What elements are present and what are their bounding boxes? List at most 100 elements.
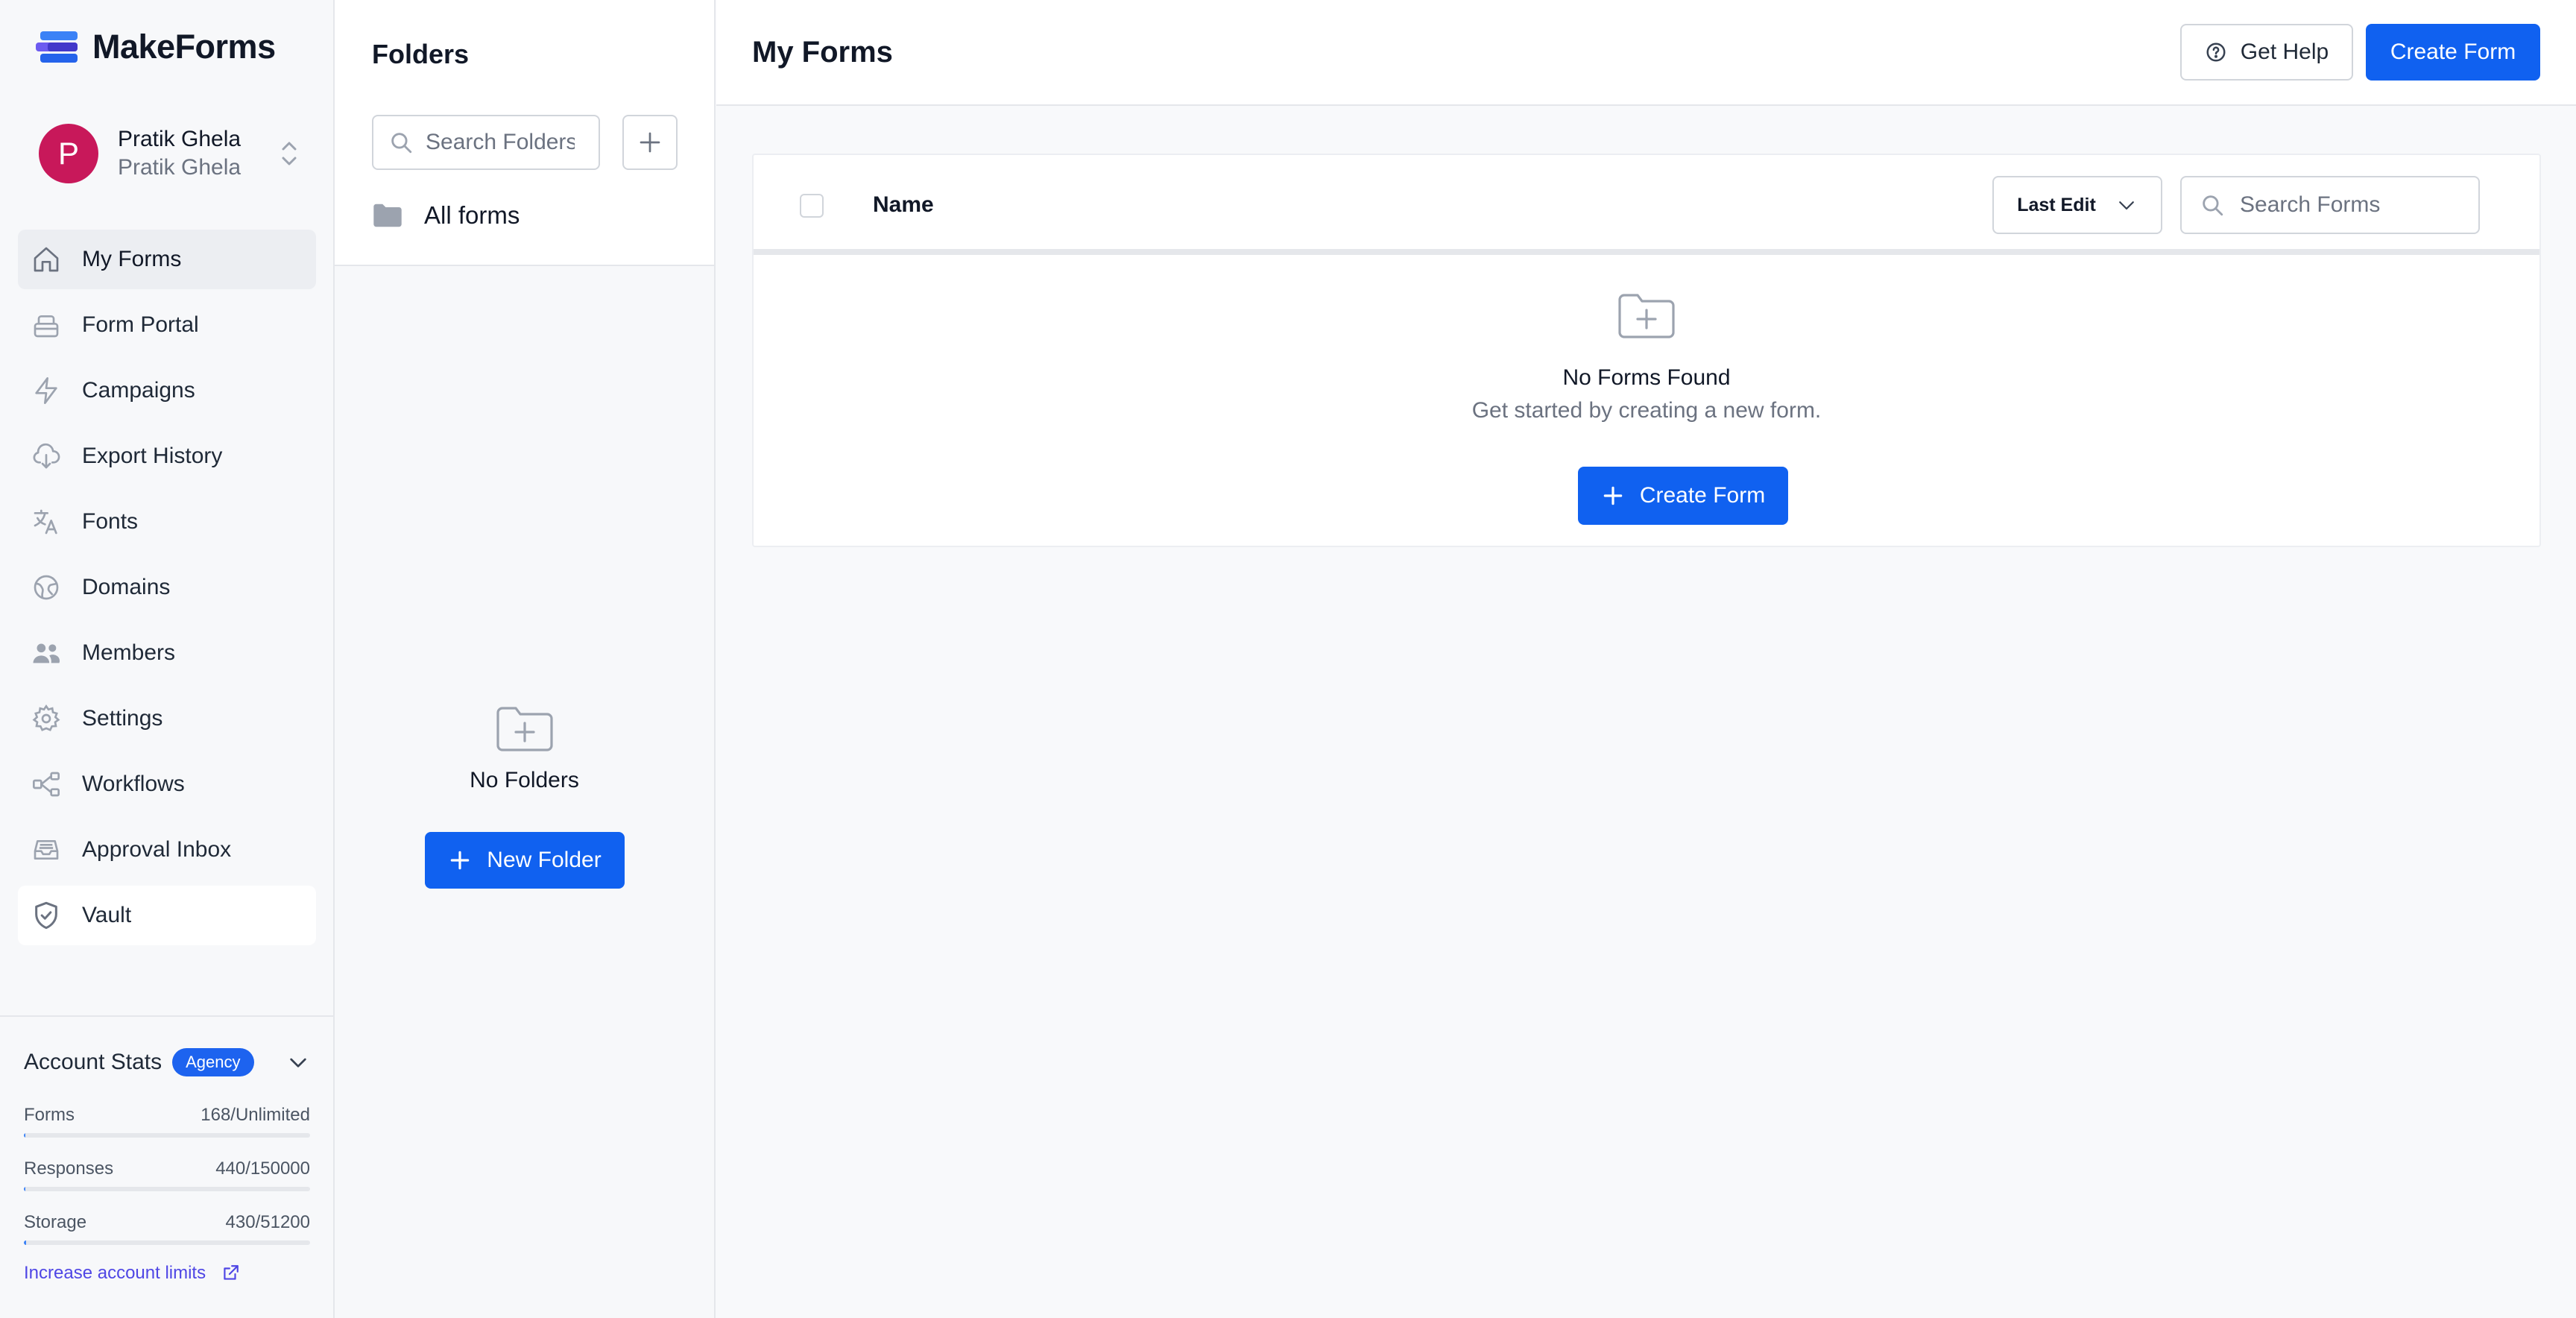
stat-value: 430/51200 bbox=[225, 1212, 310, 1232]
folders-panel: Folders All forms No Folders New bbox=[335, 0, 716, 1318]
create-form-empty-label: Create Form bbox=[1639, 483, 1766, 508]
nav-item-export-history[interactable]: Export History bbox=[18, 426, 316, 486]
increase-limits-label: Increase account limits bbox=[24, 1263, 206, 1283]
stat-progress-bar bbox=[24, 1240, 310, 1245]
lightning-icon bbox=[30, 374, 63, 407]
stat-label: Forms bbox=[24, 1105, 75, 1125]
top-bar: My Forms Get Help Create Form bbox=[716, 0, 2576, 106]
account-stats: Account Stats Agency Forms 168/Unlimited… bbox=[0, 1015, 333, 1318]
globe-icon bbox=[30, 571, 63, 604]
forms-table: Name Last Edit No Forms Found Get starte… bbox=[752, 154, 2541, 547]
main-content: My Forms Get Help Create Form Name Last … bbox=[716, 0, 2576, 1318]
stat-responses: Responses 440/150000 bbox=[24, 1158, 310, 1191]
home-icon bbox=[30, 243, 63, 276]
inbox-icon bbox=[30, 833, 63, 866]
stat-label: Storage bbox=[24, 1212, 87, 1232]
help-circle-icon bbox=[2205, 41, 2227, 63]
nav-label: Settings bbox=[82, 706, 163, 731]
search-icon bbox=[2200, 192, 2225, 218]
get-help-button[interactable]: Get Help bbox=[2180, 24, 2353, 81]
folder-plus-icon bbox=[335, 705, 714, 753]
new-folder-button[interactable]: New Folder bbox=[425, 832, 625, 889]
nav-item-campaigns[interactable]: Campaigns bbox=[18, 361, 316, 420]
forms-search[interactable] bbox=[2180, 176, 2480, 234]
nav-item-form-portal[interactable]: Form Portal bbox=[18, 295, 316, 355]
stat-progress-bar bbox=[24, 1187, 310, 1191]
plus-icon bbox=[637, 129, 663, 156]
workflow-icon bbox=[30, 768, 63, 801]
plus-icon bbox=[1601, 484, 1625, 508]
nav-label: Workflows bbox=[82, 772, 185, 796]
nav-item-fonts[interactable]: Fonts bbox=[18, 492, 316, 552]
account-workspace: Pratik Ghela bbox=[118, 155, 242, 180]
page-title: My Forms bbox=[752, 36, 893, 69]
no-forms-subtitle: Get started by creating a new form. bbox=[1471, 398, 1822, 423]
get-help-label: Get Help bbox=[2240, 40, 2329, 64]
no-forms-title: No Forms Found bbox=[1562, 365, 1731, 390]
nav-item-members[interactable]: Members bbox=[18, 623, 316, 683]
shield-icon bbox=[30, 899, 63, 932]
folders-title: Folders bbox=[372, 39, 470, 69]
nav-label: Campaigns bbox=[82, 378, 195, 403]
nav-label: Vault bbox=[82, 903, 132, 927]
forms-empty-state: No Forms Found Get started by creating a… bbox=[754, 292, 2539, 423]
folder-search-input[interactable] bbox=[426, 130, 575, 155]
nav-item-workflows[interactable]: Workflows bbox=[18, 754, 316, 814]
new-folder-label: New Folder bbox=[487, 848, 602, 872]
column-header-name[interactable]: Name bbox=[873, 192, 934, 218]
plus-icon bbox=[448, 848, 472, 872]
external-link-icon bbox=[221, 1264, 240, 1283]
folder-icon bbox=[372, 203, 403, 228]
folder-item-all-forms[interactable]: All forms bbox=[372, 201, 520, 230]
nav-label: Fonts bbox=[82, 509, 139, 534]
forms-search-input[interactable] bbox=[2240, 192, 2463, 218]
account-name: Pratik Ghela bbox=[118, 127, 242, 151]
gear-icon bbox=[30, 702, 63, 735]
folder-search[interactable] bbox=[372, 115, 600, 170]
makeforms-logo-icon bbox=[34, 30, 79, 64]
cloud-download-icon bbox=[30, 440, 63, 473]
account-stats-header[interactable]: Account Stats Agency bbox=[24, 1048, 310, 1076]
brand[interactable]: MakeForms bbox=[34, 27, 276, 67]
nav-label: Members bbox=[82, 640, 176, 665]
chevron-down-icon[interactable] bbox=[286, 1050, 310, 1074]
folder-label: All forms bbox=[424, 201, 520, 229]
nav-label: Form Portal bbox=[82, 312, 199, 337]
search-icon bbox=[388, 130, 414, 155]
chevron-down-icon bbox=[2115, 194, 2138, 216]
account-switcher[interactable]: P Pratik Ghela Pratik Ghela bbox=[39, 122, 300, 185]
translate-icon bbox=[30, 505, 63, 538]
sort-dropdown[interactable]: Last Edit bbox=[1992, 176, 2162, 234]
stat-forms: Forms 168/Unlimited bbox=[24, 1105, 310, 1138]
create-form-label: Create Form bbox=[2390, 40, 2516, 64]
nav-item-approval-inbox[interactable]: Approval Inbox bbox=[18, 820, 316, 880]
nav-label: My Forms bbox=[82, 247, 182, 271]
nav-label: Approval Inbox bbox=[82, 837, 232, 862]
nav-item-vault[interactable]: Vault bbox=[18, 886, 316, 945]
stat-value: 440/150000 bbox=[215, 1158, 310, 1179]
increase-limits-link[interactable]: Increase account limits bbox=[24, 1263, 240, 1284]
stat-storage: Storage 430/51200 bbox=[24, 1212, 310, 1245]
stat-value: 168/Unlimited bbox=[201, 1105, 310, 1125]
sidebar: MakeForms P Pratik Ghela Pratik Ghela My… bbox=[0, 0, 335, 1318]
nav-label: Domains bbox=[82, 575, 171, 599]
stat-label: Responses bbox=[24, 1158, 114, 1179]
nav-label: Export History bbox=[82, 444, 223, 468]
nav-item-my-forms[interactable]: My Forms bbox=[18, 230, 316, 289]
plan-badge: Agency bbox=[172, 1048, 254, 1076]
chevron-up-down-icon bbox=[279, 139, 300, 168]
nav-item-domains[interactable]: Domains bbox=[18, 558, 316, 617]
create-form-button[interactable]: Create Form bbox=[2366, 24, 2540, 81]
users-icon bbox=[30, 637, 63, 669]
main-nav: My Forms Form Portal Campaigns Export Hi… bbox=[18, 230, 316, 951]
avatar: P bbox=[39, 124, 98, 183]
account-stats-title: Account Stats bbox=[24, 1050, 162, 1074]
add-folder-button[interactable] bbox=[622, 115, 678, 170]
folder-plus-icon bbox=[754, 292, 2539, 340]
folders-empty-state: No Folders bbox=[335, 705, 714, 793]
stat-progress-bar bbox=[24, 1133, 310, 1138]
nav-item-settings[interactable]: Settings bbox=[18, 689, 316, 748]
create-form-empty-button[interactable]: Create Form bbox=[1578, 467, 1788, 525]
select-all-checkbox[interactable] bbox=[800, 194, 824, 218]
no-folders-text: No Folders bbox=[470, 768, 579, 792]
